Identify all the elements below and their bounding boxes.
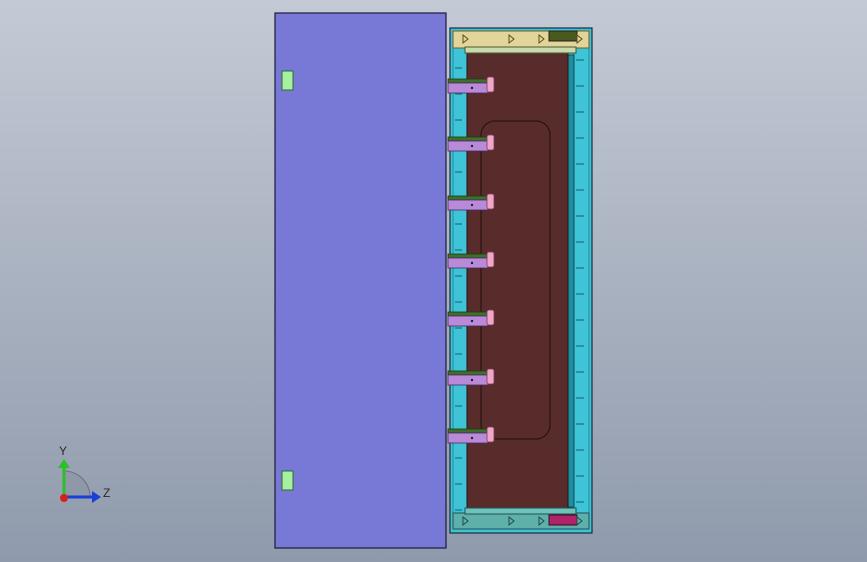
shelf-bracket — [447, 140, 489, 152]
shelf-screw — [470, 203, 474, 207]
z-arrowhead-icon — [92, 491, 101, 503]
shelf-bracket — [447, 82, 489, 94]
shelf-top-edge — [447, 78, 489, 84]
shelf[interactable] — [447, 426, 495, 444]
shelf-bracket — [447, 315, 489, 327]
shelf[interactable] — [447, 309, 495, 327]
shelf[interactable] — [447, 368, 495, 386]
shelf-bracket — [447, 432, 489, 444]
shelf-clip — [486, 309, 495, 326]
shelf-top-edge — [447, 136, 489, 142]
shelf-screw — [470, 319, 474, 323]
y-axis-label: Y — [59, 444, 67, 458]
door-panel[interactable] — [274, 12, 447, 549]
triad-plane-arc — [63, 470, 91, 498]
cabinet-model[interactable]: Y Z — [0, 0, 867, 562]
shelf[interactable] — [447, 251, 495, 269]
door-handle-top[interactable] — [281, 70, 294, 91]
shelf-top-edge — [447, 253, 489, 259]
shelf-screw — [470, 144, 474, 148]
shelf-screw — [470, 86, 474, 90]
shelf-clip — [486, 426, 495, 443]
shelf-clip — [486, 251, 495, 268]
shelf-screw — [470, 261, 474, 265]
shelf[interactable] — [447, 193, 495, 211]
shelf-bracket — [447, 199, 489, 211]
shelf-top-edge — [447, 370, 489, 376]
cabinet-door[interactable] — [274, 12, 447, 549]
shelf[interactable] — [447, 134, 495, 152]
shelf-clip — [486, 76, 495, 93]
axis-triad: Y Z — [58, 444, 110, 503]
shelf-bracket — [447, 257, 489, 269]
x-axis-dot — [60, 494, 68, 502]
shelf[interactable] — [447, 76, 495, 94]
bottom-rail-block — [548, 514, 578, 526]
top-rail-lip — [464, 46, 577, 54]
shelf-clip — [486, 368, 495, 385]
top-rail-block — [548, 30, 578, 42]
shelf-clip — [486, 134, 495, 151]
right-post-inner — [567, 54, 575, 508]
shelf-top-edge — [447, 195, 489, 201]
right-post — [573, 47, 590, 514]
y-arrowhead-icon — [58, 459, 70, 468]
cad-viewport[interactable]: Y Z — [0, 0, 867, 562]
shelf-screw — [470, 436, 474, 440]
cabinet-body[interactable] — [449, 27, 593, 534]
shelf-clip — [486, 193, 495, 210]
bottom-rail-lip — [464, 507, 577, 515]
z-axis-label: Z — [103, 486, 110, 500]
shelf-top-edge — [447, 428, 489, 434]
shelf-screw — [470, 378, 474, 382]
shelf-top-edge — [447, 311, 489, 317]
door-handle-bottom[interactable] — [281, 470, 294, 491]
shelf-bracket — [447, 374, 489, 386]
